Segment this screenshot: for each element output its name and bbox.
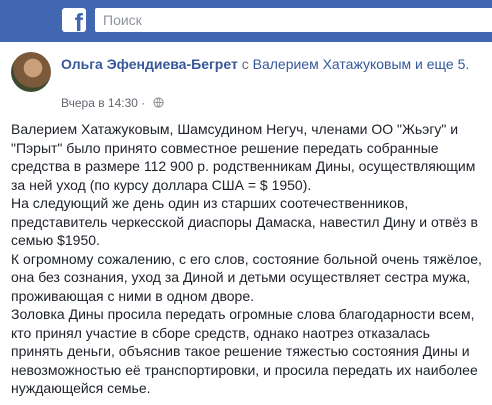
post-meta: Вчера в 14:30 ·: [61, 95, 164, 111]
post-paragraph: Золовка Дины просила передать огромные с…: [11, 306, 478, 396]
with-text: с: [241, 56, 249, 72]
avatar[interactable]: [11, 52, 51, 92]
tagged-users-link[interactable]: Валерием Хатажуковым и еще 5.: [253, 56, 470, 72]
top-navigation-bar: f: [0, 0, 492, 43]
search-input[interactable]: [95, 8, 492, 32]
facebook-logo-icon[interactable]: f: [62, 8, 86, 32]
globe-icon: [153, 97, 164, 108]
post-text: Валерием Хатажуковым, Шамсудином Негуч, …: [11, 120, 485, 398]
author-name-link[interactable]: Ольга Эфендиева-Бегрет: [61, 56, 238, 72]
post-timestamp-link[interactable]: Вчера в 14:30: [61, 96, 138, 110]
post-paragraph: К огромному сожалению, с его слов, состо…: [11, 250, 482, 304]
post-header: Ольга Эфендиева-Бегрет с Валерием Хатажу…: [61, 54, 481, 74]
meta-separator: ·: [141, 96, 146, 110]
post-paragraph: Валерием Хатажуковым, Шамсудином Негуч, …: [11, 121, 476, 193]
post-paragraph: На следующий же день один из старших соо…: [11, 195, 478, 248]
